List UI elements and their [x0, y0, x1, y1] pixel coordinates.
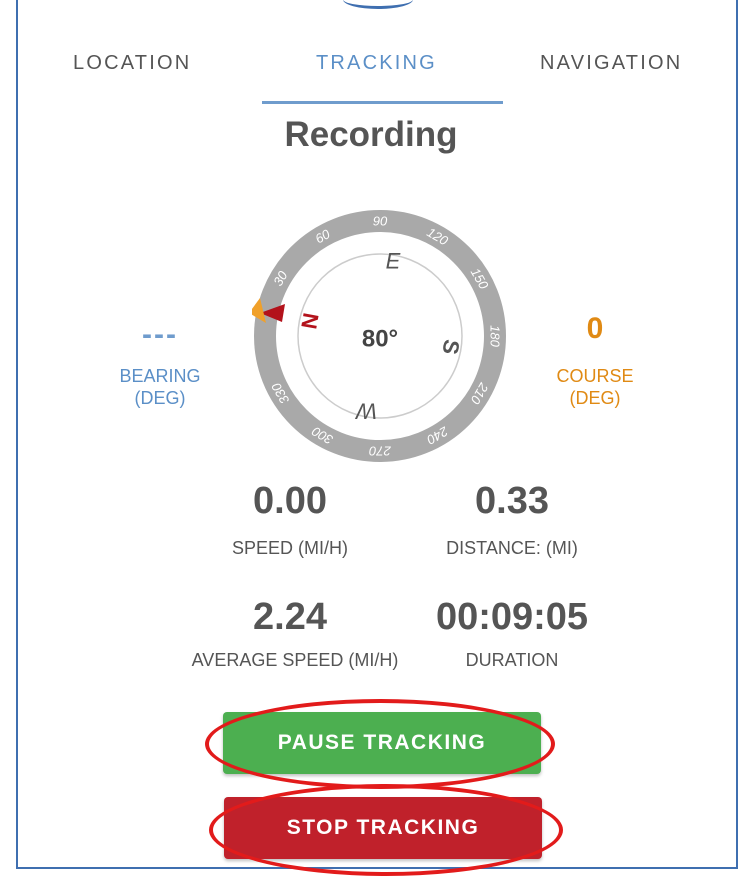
- compass-tick: [328, 247, 335, 256]
- compass-tick: [316, 260, 321, 266]
- compass-degree-label: 180: [488, 325, 503, 347]
- compass-tick: [362, 427, 365, 433]
- compass-tick: [467, 301, 473, 305]
- tab-navigation[interactable]: NAVIGATION: [540, 52, 682, 75]
- compass-tick: [291, 381, 300, 388]
- compass-tick: [460, 381, 469, 388]
- distance-label: DISTANCE: (MI): [446, 538, 578, 558]
- compass-tick: [345, 243, 349, 249]
- stop-tracking-button[interactable]: STOP TRACKING: [224, 797, 542, 859]
- compass-tick: [411, 423, 415, 429]
- compass-tick: [395, 239, 398, 245]
- speed-value: 0.00: [253, 480, 327, 522]
- compass-tick: [345, 423, 349, 429]
- compass-tick: [395, 427, 398, 433]
- compass-degree-label: 90: [373, 214, 388, 229]
- compass-tick: [439, 406, 444, 412]
- compass-widget: 306090120150180210240270300330 E S W N 8…: [252, 210, 506, 462]
- compass-tick: [439, 260, 444, 266]
- bearing-label-line1: BEARING: [119, 366, 201, 386]
- average-speed-value: 2.24: [253, 596, 327, 638]
- compass-tick: [450, 272, 456, 277]
- compass-tick: [471, 318, 477, 321]
- compass-tick: [304, 395, 310, 400]
- course-value: 0: [586, 312, 604, 345]
- compass-tick: [316, 406, 321, 412]
- compass-tick: [287, 367, 293, 371]
- active-tab-indicator: [262, 101, 503, 104]
- compass-tick: [283, 351, 289, 354]
- compass-degree-label: 270: [368, 444, 391, 459]
- compass-tick: [425, 416, 432, 425]
- compass-tick: [460, 284, 469, 291]
- compass-east-label: E: [386, 249, 401, 274]
- pause-tracking-button[interactable]: PAUSE TRACKING: [223, 712, 541, 774]
- course-label-line1: COURSE: [556, 366, 634, 386]
- compass-tick: [411, 243, 415, 249]
- compass-tick: [287, 301, 293, 305]
- duration-label: DURATION: [465, 650, 559, 670]
- compass-tick: [283, 318, 289, 321]
- compass-tick: [471, 351, 477, 354]
- course-label-line2: (DEG): [569, 388, 621, 408]
- distance-value: 0.33: [475, 480, 549, 522]
- bearing-label: BEARING (DEG): [110, 365, 210, 409]
- duration-value: 00:09:05: [435, 596, 589, 638]
- compass-tick: [450, 395, 456, 400]
- status-title: Recording: [284, 115, 458, 154]
- compass-tick: [291, 284, 300, 291]
- bearing-value: ---: [142, 318, 178, 351]
- course-label: COURSE (DEG): [545, 365, 645, 409]
- tab-location[interactable]: LOCATION: [73, 52, 191, 75]
- compass-tick: [467, 367, 473, 371]
- compass-west-label: W: [354, 399, 377, 424]
- average-speed-label: AVERAGE SPEED (MI/H): [191, 650, 399, 670]
- compass-tick: [304, 272, 310, 277]
- speed-label: SPEED (MI/H): [231, 538, 348, 558]
- compass-tick: [362, 239, 365, 245]
- tab-tracking[interactable]: TRACKING: [316, 52, 437, 75]
- compass-tick: [425, 247, 432, 256]
- compass-tick: [328, 416, 335, 425]
- compass-heading-readout: 80°: [362, 326, 398, 353]
- bearing-label-line2: (DEG): [134, 388, 186, 408]
